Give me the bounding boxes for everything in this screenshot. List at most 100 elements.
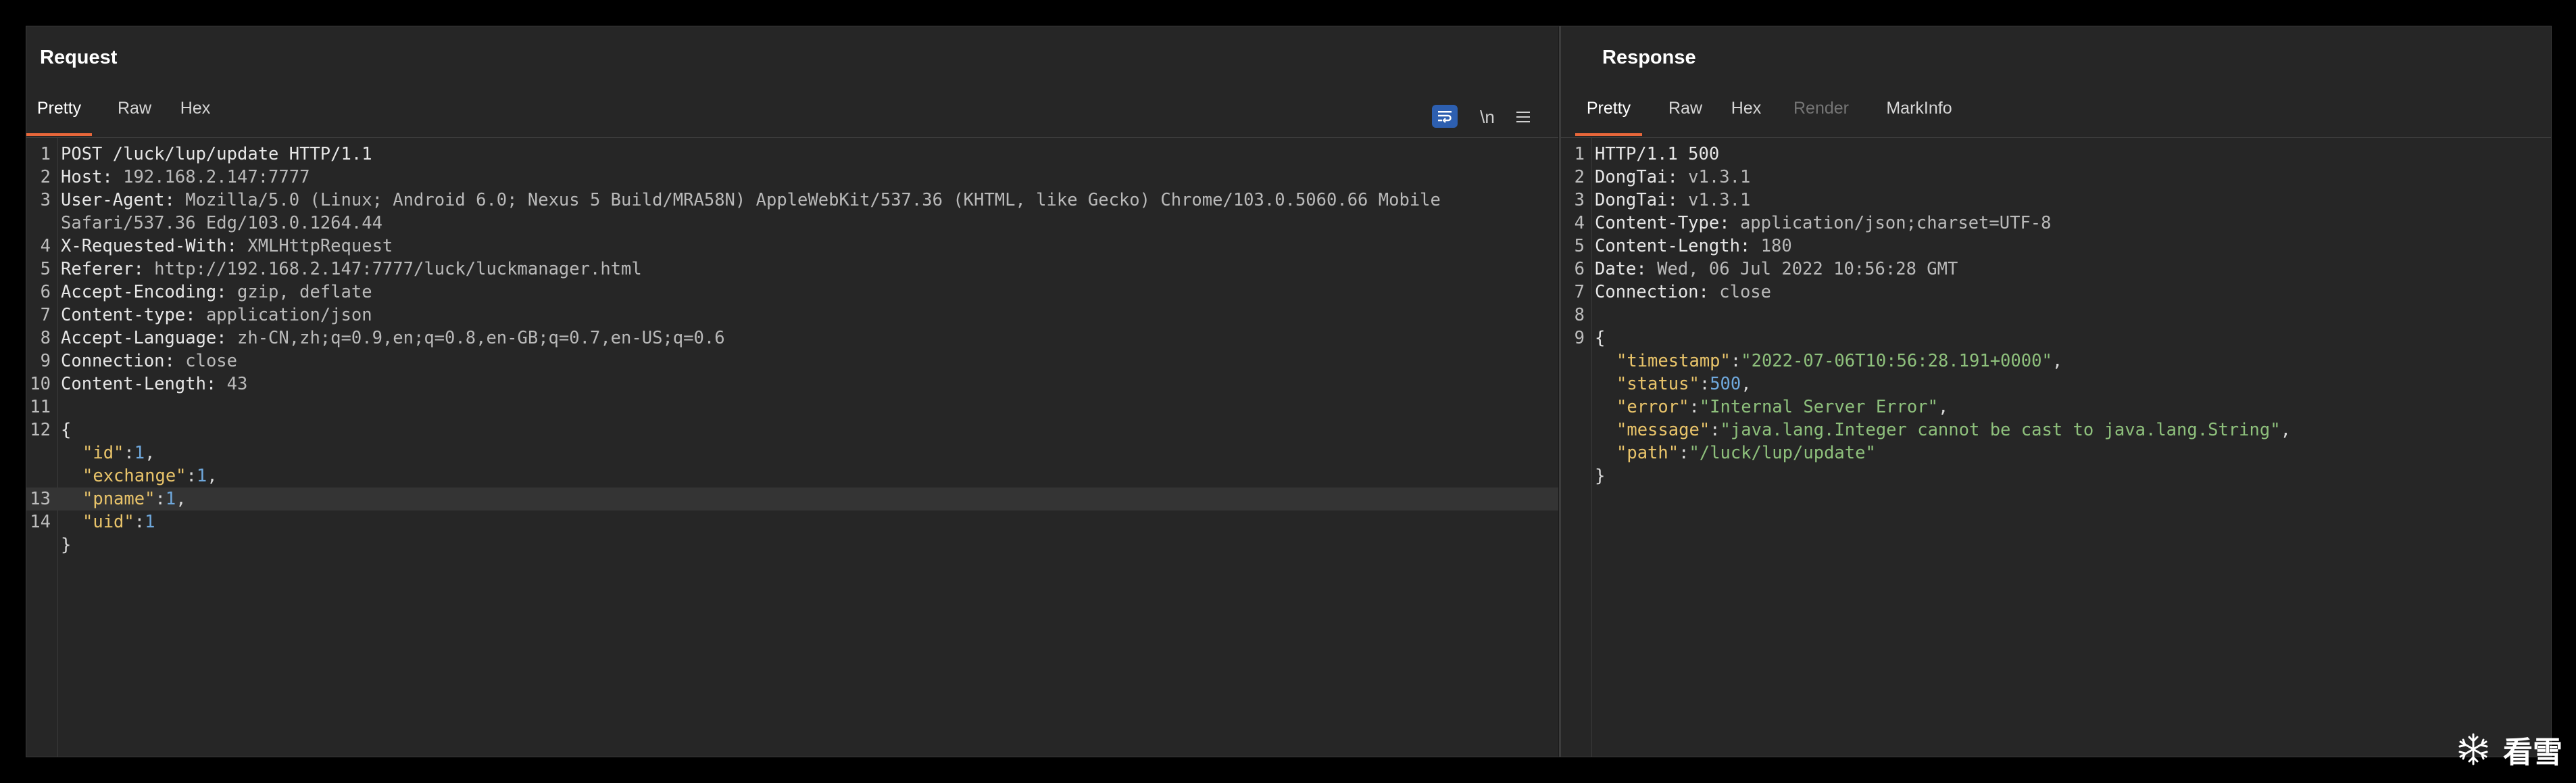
line-number: 1 xyxy=(1574,144,1585,164)
json-key: "uid" xyxy=(82,512,134,532)
line-text: Referer: http://192.168.2.147:7777/luck/… xyxy=(61,258,642,281)
header-value: http://192.168.2.147:7777/luck/luckmanag… xyxy=(143,259,642,279)
response-tab-hex[interactable]: Hex xyxy=(1725,79,1768,137)
header-value: Mozilla/5.0 (Linux; Android 6.0; Nexus 5… xyxy=(174,190,1441,210)
json-colon: : xyxy=(1689,397,1700,417)
json-colon: : xyxy=(155,489,166,509)
json-closing-brace: } xyxy=(26,533,1559,556)
code-line: 1 HTTP/1.1 500 xyxy=(1560,143,2551,166)
json-text: "path":"/luck/lup/update" xyxy=(1616,442,1876,465)
response-tab-pretty[interactable]: Pretty xyxy=(1575,79,1642,137)
request-pane: Request Pretty Raw Hex \n 1 POST /luck/l… xyxy=(26,26,1559,757)
json-key: "path" xyxy=(1616,443,1679,463)
header-name: DongTai: xyxy=(1595,167,1678,187)
word-wrap-icon[interactable] xyxy=(1432,105,1458,128)
response-editor[interactable]: 1 HTTP/1.1 500 2 DongTai: v1.3.1 3 DongTai: v… xyxy=(1560,143,2551,757)
code-line: 8 xyxy=(1560,304,2551,327)
line-number: 5 xyxy=(1574,236,1585,256)
response-tab-raw[interactable]: Raw xyxy=(1662,79,1709,137)
json-text: "message":"java.lang.Integer cannot be c… xyxy=(1616,419,2291,442)
json-comma: , xyxy=(2280,420,2291,440)
line-text: Content-type: application/json xyxy=(61,304,372,327)
header-value: v1.3.1 xyxy=(1677,190,1751,210)
header-value: 192.168.2.147:7777 xyxy=(112,167,310,187)
response-tab-markinfo[interactable]: MarkInfo xyxy=(1875,79,1963,137)
header-name: Content-Length: xyxy=(61,374,217,394)
watermark: 看雪 xyxy=(2456,732,2562,772)
request-tab-pretty[interactable]: Pretty xyxy=(26,79,92,137)
watermark-text: 看雪 xyxy=(2503,736,2562,769)
header-name: POST /luck/lup/update HTTP/1.1 xyxy=(61,144,372,164)
line-number: 4 xyxy=(40,236,51,256)
json-line: "exchange":1, xyxy=(26,465,1559,488)
message-editor: Request Pretty Raw Hex \n 1 POST /luck/l… xyxy=(26,26,2552,757)
json-colon: : xyxy=(1679,443,1689,463)
json-line: "status":500, xyxy=(1560,373,2551,396)
json-value: "java.lang.Integer cannot be cast to jav… xyxy=(1720,420,2281,440)
code-line: 8 Accept-Language: zh-CN,zh;q=0.9,en;q=0.… xyxy=(26,327,1559,350)
json-line: "id":1, xyxy=(26,442,1559,465)
code-line: 7 Connection: close xyxy=(1560,281,2551,304)
json-closing-brace: } xyxy=(1560,465,2551,488)
json-text: "status":500, xyxy=(1616,373,1752,396)
code-line: 10 Content-Length: 43 xyxy=(26,373,1559,396)
header-name: Host: xyxy=(61,167,113,187)
code-line: 11 xyxy=(26,396,1559,419)
line-text: HTTP/1.1 500 xyxy=(1595,143,1719,166)
header-name: Accept-Encoding: xyxy=(61,282,227,302)
header-name: Referer: xyxy=(61,259,144,279)
json-colon: : xyxy=(1710,420,1720,440)
header-value: v1.3.1 xyxy=(1677,167,1751,187)
request-editor[interactable]: 1 POST /luck/lup/update HTTP/1.1 2 Host: 19… xyxy=(26,143,1559,757)
json-colon: : xyxy=(124,443,134,463)
header-name: Content-type: xyxy=(61,305,196,325)
show-newlines-button[interactable]: \n xyxy=(1474,105,1501,129)
menu-icon[interactable] xyxy=(1512,105,1535,129)
line-number: 10 xyxy=(30,374,51,394)
json-line: "path":"/luck/lup/update" xyxy=(1560,442,2551,465)
json-text: "id":1, xyxy=(82,442,155,465)
line-text: { xyxy=(61,419,71,442)
json-key: "pname" xyxy=(82,489,155,509)
json-comma: , xyxy=(1741,374,1752,394)
line-text: Content-Type: application/json;charset=U… xyxy=(1595,212,2052,235)
json-value: 1 xyxy=(145,512,155,532)
line-number: 6 xyxy=(1574,259,1585,279)
line-text: Accept-Encoding: gzip, deflate xyxy=(61,281,372,304)
header-value: gzip, deflate xyxy=(226,282,372,302)
line-text: { xyxy=(1595,327,1605,350)
request-tab-hex[interactable]: Hex xyxy=(174,79,217,137)
json-value: 1 xyxy=(165,489,176,509)
json-text: "pname":1, xyxy=(82,488,187,511)
request-tab-raw[interactable]: Raw xyxy=(111,79,158,137)
line-number: 4 xyxy=(1574,213,1585,233)
response-tab-render: Render xyxy=(1793,99,1849,118)
json-value: 1 xyxy=(196,466,207,486)
json-colon: : xyxy=(186,466,197,486)
code-line: 3 DongTai: v1.3.1 xyxy=(1560,189,2551,212)
code-line: 7 Content-type: application/json xyxy=(26,304,1559,327)
line-number: 8 xyxy=(1574,305,1585,325)
json-value: 500 xyxy=(1710,374,1741,394)
closing-brace-text: } xyxy=(1595,466,1606,486)
line-number: 3 xyxy=(40,190,51,210)
header-name: Connection: xyxy=(61,351,175,371)
code-line: 12 { xyxy=(26,419,1559,442)
code-line: 3 User-Agent: Mozilla/5.0 (Linux; Android… xyxy=(26,189,1559,212)
line-number: 5 xyxy=(40,259,51,279)
json-line: 13 "pname":1, xyxy=(26,488,1559,511)
header-name: Accept-Language: xyxy=(61,328,227,348)
code-line: Safari/537.36 Edg/103.0.1264.44 xyxy=(26,212,1559,235)
line-number: 12 xyxy=(30,420,51,440)
response-tab-divider xyxy=(1560,137,2551,138)
header-name: { xyxy=(1595,328,1606,348)
header-value: zh-CN,zh;q=0.9,en;q=0.8,en-GB;q=0.7,en-U… xyxy=(226,328,725,348)
line-text: Date: Wed, 06 Jul 2022 10:56:28 GMT xyxy=(1595,258,1958,281)
request-tab-divider xyxy=(26,137,1559,138)
header-name: Date: xyxy=(1595,259,1647,279)
json-comma: , xyxy=(1937,397,1949,417)
line-number: 7 xyxy=(1574,282,1585,302)
json-value: "2022-07-06T10:56:28.191+0000" xyxy=(1741,351,2052,371)
line-number: 6 xyxy=(40,282,51,302)
json-line: "error":"Internal Server Error", xyxy=(1560,396,2551,419)
